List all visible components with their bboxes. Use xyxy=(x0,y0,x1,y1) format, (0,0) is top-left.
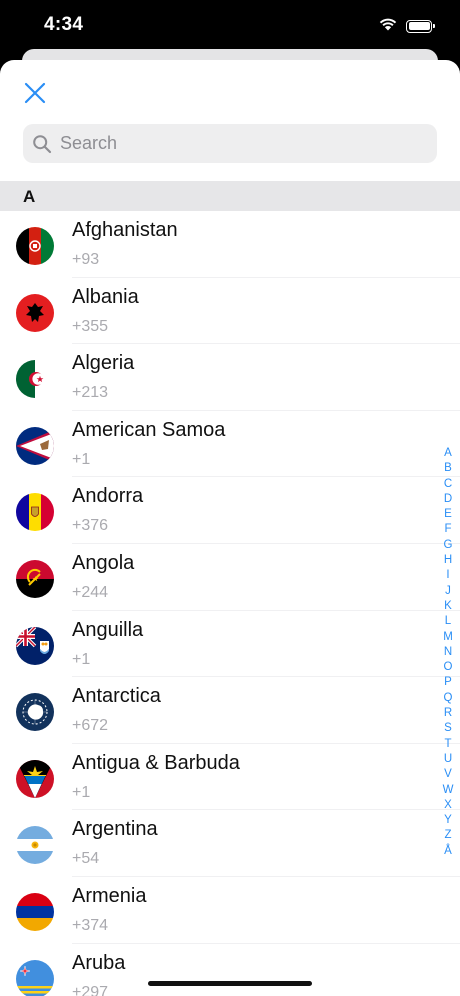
angola-flag-icon xyxy=(16,559,54,598)
country-list: Afghanistan +93 Albania +355 Algeria +21… xyxy=(0,211,460,996)
country-row[interactable]: American Samoa +1 xyxy=(0,411,460,478)
country-row[interactable]: Afghanistan +93 xyxy=(0,211,460,278)
index-letter[interactable]: V xyxy=(444,767,452,782)
index-letter[interactable]: X xyxy=(444,798,452,813)
index-letter[interactable]: Å xyxy=(444,844,452,859)
american-samoa-flag-icon xyxy=(16,426,54,465)
close-button[interactable] xyxy=(20,78,50,108)
afghanistan-flag-icon xyxy=(16,227,54,265)
country-row[interactable]: Algeria +213 xyxy=(0,344,460,411)
dial-code: +297 xyxy=(72,983,109,996)
index-letter[interactable]: R xyxy=(444,706,452,721)
index-letter[interactable]: L xyxy=(445,614,451,629)
index-letter[interactable]: E xyxy=(444,507,452,522)
country-name: Afghanistan xyxy=(72,219,178,241)
index-letter[interactable]: A xyxy=(444,446,452,461)
index-letter[interactable]: O xyxy=(444,660,453,675)
albania-flag-icon xyxy=(16,293,54,332)
country-name: Antigua & Barbuda xyxy=(72,751,240,774)
country-name: Angola xyxy=(72,551,135,574)
index-letter[interactable]: H xyxy=(444,553,452,568)
index-letter[interactable]: N xyxy=(444,645,452,660)
status-time: 4:34 xyxy=(44,14,84,35)
country-name: Albania xyxy=(72,285,139,308)
search-bar[interactable] xyxy=(23,124,437,163)
country-row[interactable]: Albania +355 xyxy=(0,278,460,345)
index-letter[interactable]: Y xyxy=(444,813,452,828)
index-letter[interactable]: T xyxy=(444,737,451,752)
country-name: Anguilla xyxy=(72,618,144,641)
dial-code: +1 xyxy=(72,450,91,468)
country-row[interactable]: Andorra +376 xyxy=(0,477,460,544)
dial-code: +376 xyxy=(72,517,109,535)
country-name: Armenia xyxy=(72,884,147,907)
country-name: Andorra xyxy=(72,485,144,508)
search-input[interactable] xyxy=(58,132,422,155)
aruba-flag-icon xyxy=(16,959,54,996)
dial-code: +374 xyxy=(72,916,109,934)
index-letter[interactable]: K xyxy=(444,599,452,614)
section-header-label: A xyxy=(23,187,36,206)
dial-code: +213 xyxy=(72,384,109,402)
country-row[interactable]: Anguilla +1 xyxy=(0,611,460,678)
status-bar: 4:34 xyxy=(0,0,460,50)
dial-code: +1 xyxy=(72,783,91,801)
country-name: American Samoa xyxy=(72,418,226,441)
home-indicator xyxy=(148,981,312,986)
index-letter[interactable]: S xyxy=(444,721,452,736)
argentina-flag-icon xyxy=(16,826,54,865)
country-picker-sheet: A Afghanistan +93 Albania +355 Algeria +… xyxy=(0,60,460,996)
country-name: Aruba xyxy=(72,951,126,974)
dial-code: +244 xyxy=(72,583,109,601)
index-letter[interactable]: C xyxy=(444,477,452,492)
country-row[interactable]: Angola +244 xyxy=(0,544,460,611)
battery-icon xyxy=(406,19,435,33)
dial-code: +672 xyxy=(72,717,109,735)
section-index-bar[interactable]: ABCDEFGHIJKLMNOPQRSTUVWXYZÅ xyxy=(440,446,456,859)
index-letter[interactable]: U xyxy=(444,752,452,767)
dial-code: +1 xyxy=(72,650,91,668)
andorra-flag-icon xyxy=(16,493,54,532)
section-header: A xyxy=(0,181,460,211)
search-icon xyxy=(33,134,52,153)
country-row[interactable]: Armenia +374 xyxy=(0,877,460,944)
country-row[interactable]: Antigua & Barbuda +1 xyxy=(0,744,460,811)
anguilla-flag-icon xyxy=(16,626,54,665)
country-name: Algeria xyxy=(72,352,135,375)
index-letter[interactable]: Q xyxy=(444,691,453,706)
country-name: Argentina xyxy=(72,818,158,841)
country-row[interactable]: Antarctica +672 xyxy=(0,677,460,744)
index-letter[interactable]: I xyxy=(446,568,449,583)
index-letter[interactable]: M xyxy=(443,630,453,645)
index-letter[interactable]: Z xyxy=(444,828,451,843)
antigua-barbuda-flag-icon xyxy=(16,759,54,798)
dial-code: +54 xyxy=(72,850,100,868)
dial-code: +355 xyxy=(72,317,109,335)
country-row[interactable]: Argentina +54 xyxy=(0,810,460,877)
index-letter[interactable]: J xyxy=(445,584,451,599)
country-name: Antarctica xyxy=(72,685,161,708)
index-letter[interactable]: P xyxy=(444,675,452,690)
wifi-icon xyxy=(378,16,398,36)
close-icon xyxy=(24,82,46,104)
armenia-flag-icon xyxy=(16,892,54,931)
antarctica-flag-icon xyxy=(16,693,54,732)
dial-code: +93 xyxy=(72,251,100,268)
index-letter[interactable]: W xyxy=(443,783,454,798)
index-letter[interactable]: G xyxy=(444,538,453,553)
index-letter[interactable]: D xyxy=(444,492,452,507)
country-row[interactable]: Aruba +297 xyxy=(0,944,460,996)
index-letter[interactable]: B xyxy=(444,461,452,476)
status-icons xyxy=(378,16,435,36)
algeria-flag-icon xyxy=(16,360,54,399)
index-letter[interactable]: F xyxy=(444,522,451,537)
